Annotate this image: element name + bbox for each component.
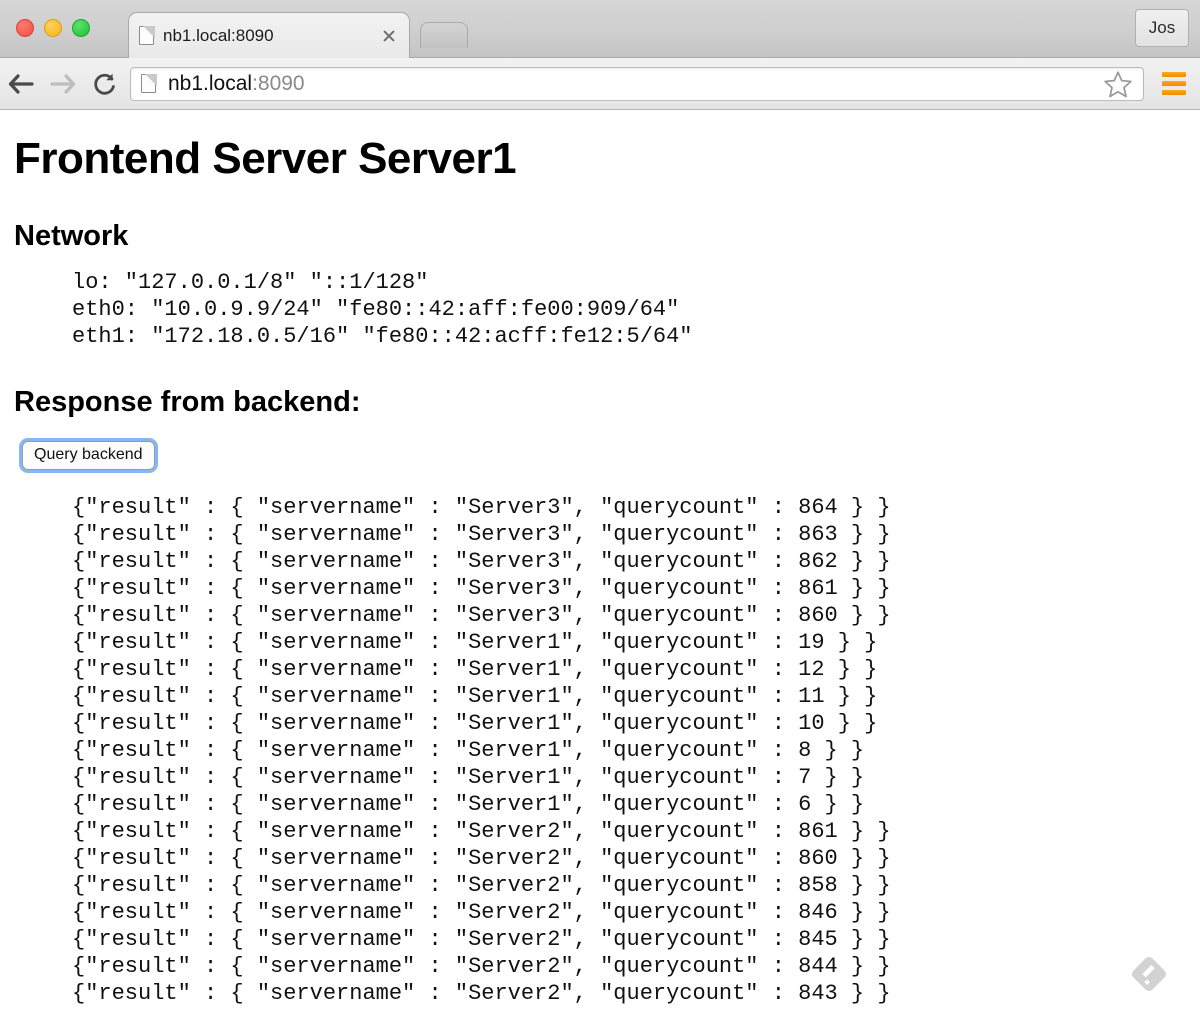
backend-response-heading: Response from backend: (14, 386, 361, 418)
page-icon (141, 73, 157, 93)
window-traffic-lights (16, 19, 90, 37)
url-host: nb1.local (168, 71, 253, 95)
new-tab-button[interactable] (420, 22, 468, 48)
forward-button[interactable] (42, 63, 84, 105)
hamburger-menu-icon[interactable] (1152, 62, 1196, 106)
browser-toolbar: nb1.local:8090 (0, 58, 1200, 110)
menu-bar-2 (1162, 81, 1186, 86)
profile-button[interactable]: Jos (1135, 9, 1189, 47)
reload-button[interactable] (84, 63, 126, 105)
back-button[interactable] (0, 63, 42, 105)
minimize-window-button[interactable] (44, 19, 62, 37)
menu-bar-1 (1162, 72, 1186, 77)
query-backend-button[interactable]: Query backend (19, 438, 158, 473)
back-arrow-icon (8, 73, 34, 94)
feedly-diamond-icon (1132, 957, 1166, 991)
page-content: Frontend Server Server1 Network lo: "127… (0, 110, 1200, 1019)
url-text: nb1.local:8090 (168, 72, 1103, 96)
forward-arrow-icon (50, 73, 76, 94)
browser-window: nb1.local:8090 Jos nb1.local:8090 Fronte… (0, 0, 1200, 1019)
url-port: :8090 (252, 71, 305, 95)
tab-strip: nb1.local:8090 Jos (0, 0, 1200, 58)
reload-icon (94, 73, 115, 95)
page-icon (139, 25, 155, 45)
tab-title: nb1.local:8090 (163, 25, 274, 45)
page-title: Frontend Server Server1 (14, 134, 517, 183)
address-bar[interactable]: nb1.local:8090 (130, 66, 1144, 101)
maximize-window-button[interactable] (72, 19, 90, 37)
close-icon[interactable] (379, 26, 399, 46)
browser-tab[interactable]: nb1.local:8090 (128, 12, 410, 58)
backend-response-output: {"result" : { "servername" : "Server3", … (72, 495, 891, 1006)
network-interfaces-text: lo: "127.0.0.1/8" "::1/128" eth0: "10.0.… (72, 270, 693, 349)
menu-bar-3 (1162, 90, 1186, 95)
star-icon[interactable] (1103, 69, 1133, 99)
network-heading: Network (14, 220, 129, 252)
close-window-button[interactable] (16, 19, 34, 37)
